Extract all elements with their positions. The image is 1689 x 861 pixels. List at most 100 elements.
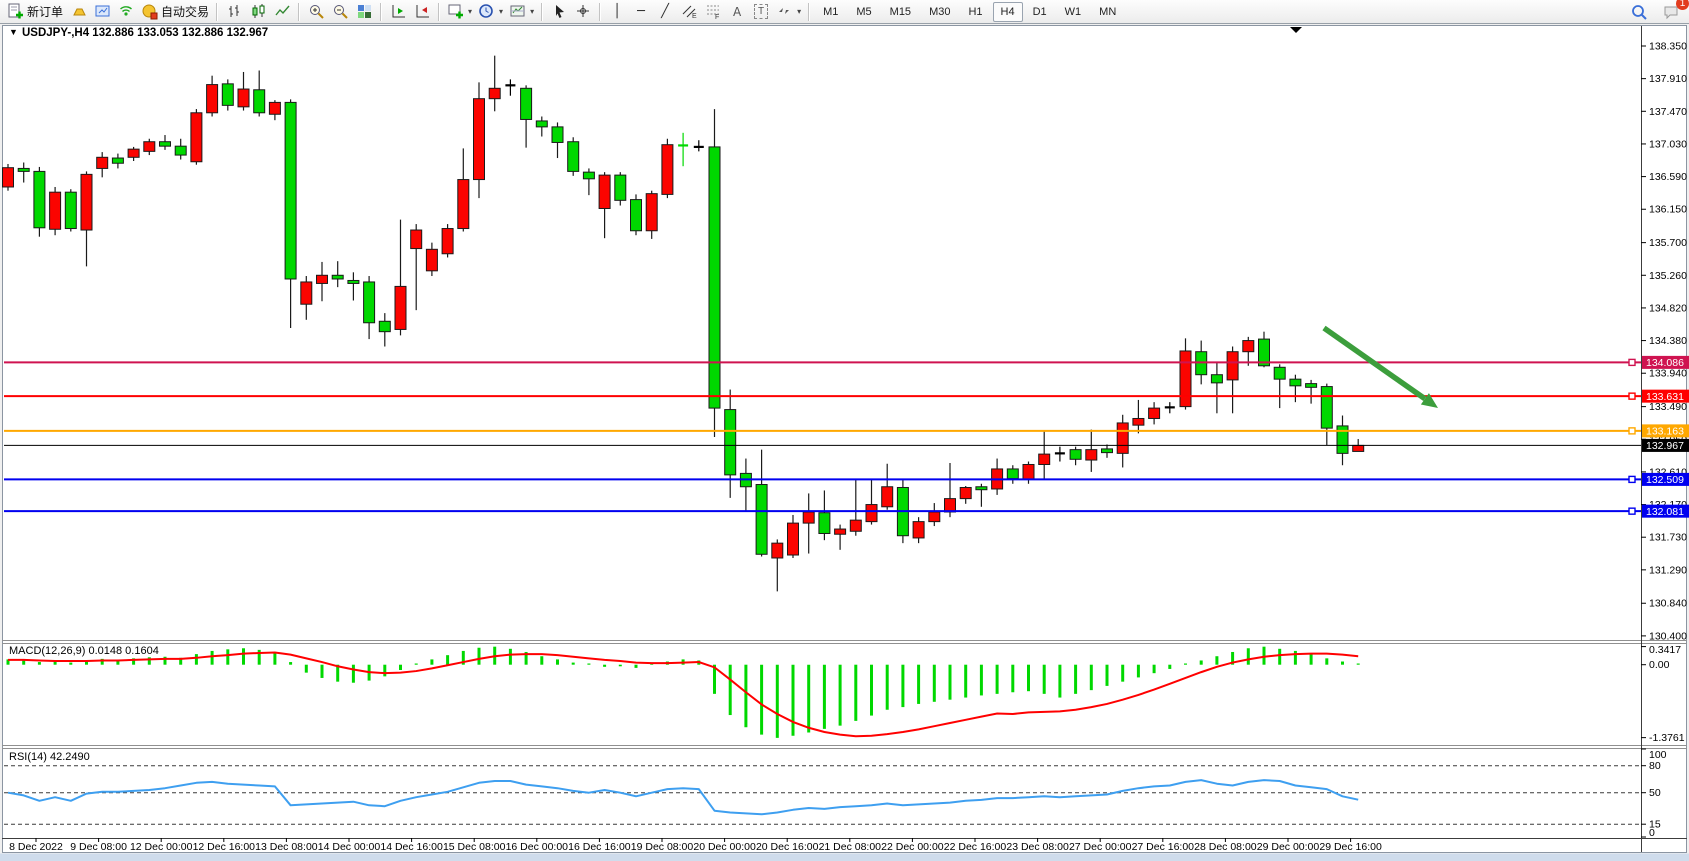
timeframe-button-M5[interactable]: M5 xyxy=(848,2,879,22)
svg-text:14 Dec 16:00: 14 Dec 16:00 xyxy=(380,841,443,853)
timeframe-button-W1[interactable]: W1 xyxy=(1057,2,1090,22)
svg-text:21 Dec 08:00: 21 Dec 08:00 xyxy=(819,841,882,853)
chevron-down-icon: ▾ xyxy=(499,7,503,16)
tile-windows-icon xyxy=(356,3,373,20)
new-order-button[interactable]: 新订单 xyxy=(4,1,66,23)
svg-text:136.150: 136.150 xyxy=(1649,204,1687,216)
chart-title: USDJPY-,H4 132.886 133.053 132.886 132.9… xyxy=(22,27,268,39)
equidistant-channel-icon: E xyxy=(681,3,698,20)
search-button[interactable] xyxy=(1627,1,1651,23)
timeframe-button-M1[interactable]: M1 xyxy=(815,2,846,22)
channel-tool[interactable]: E xyxy=(677,1,701,23)
timeframe-button-MN[interactable]: MN xyxy=(1091,2,1124,22)
svg-text:130.400: 130.400 xyxy=(1649,630,1687,642)
tile-windows-button[interactable] xyxy=(352,1,376,23)
line-chart-button[interactable] xyxy=(270,1,294,23)
toolbar-separator xyxy=(438,3,440,21)
toolbar-separator xyxy=(541,3,543,21)
svg-text:134.086: 134.086 xyxy=(1646,357,1684,369)
trendline-tool[interactable]: ╱ xyxy=(653,1,677,23)
svg-text:137.910: 137.910 xyxy=(1649,73,1687,85)
horizontal-line-tool[interactable]: ─ xyxy=(629,1,653,23)
arrows-tool[interactable]: ▾ xyxy=(773,1,804,23)
periods-button[interactable]: ▾ xyxy=(475,1,506,23)
arrows-icon xyxy=(776,3,793,20)
date-axis: 8 Dec 2022 9 Dec 08:0012 Dec 00:0012 Dec … xyxy=(9,838,1382,853)
new-chart-button[interactable]: ▾ xyxy=(444,1,475,23)
chart-shift-button[interactable] xyxy=(410,1,434,23)
timeframe-button-H4[interactable]: H4 xyxy=(993,2,1023,22)
svg-text:137.470: 137.470 xyxy=(1649,106,1687,118)
auto-trading-button[interactable]: 自动交易 xyxy=(138,1,212,23)
text-tool[interactable]: A xyxy=(725,1,749,23)
chart-upload-button[interactable] xyxy=(90,1,114,23)
vertical-line-tool[interactable]: │ xyxy=(605,1,629,23)
toolbar-separator xyxy=(298,3,300,21)
application-window: 新订单 自动交易 xyxy=(0,0,1689,861)
svg-text:133.631: 133.631 xyxy=(1646,391,1684,403)
svg-text:20 Dec 00:00: 20 Dec 00:00 xyxy=(693,841,756,853)
svg-text:136.590: 136.590 xyxy=(1649,171,1687,183)
text-label-tool[interactable]: T xyxy=(749,1,773,23)
chart-shift-icon xyxy=(414,3,431,20)
bar-chart-icon xyxy=(226,3,243,20)
auto-trading-icon xyxy=(141,3,158,20)
gold-ingot-button[interactable] xyxy=(66,1,90,23)
toolbar-right-cluster: 1 xyxy=(1627,1,1683,23)
svg-text:138.350: 138.350 xyxy=(1649,41,1687,53)
svg-text:132.509: 132.509 xyxy=(1646,474,1684,486)
crosshair-button[interactable] xyxy=(571,1,595,23)
search-icon xyxy=(1630,3,1648,21)
svg-text:15 Dec 08:00: 15 Dec 08:00 xyxy=(443,841,506,853)
text-label-icon: T xyxy=(754,4,768,19)
clock-icon xyxy=(478,3,495,20)
svg-text:12 Dec 00:00: 12 Dec 00:00 xyxy=(130,841,193,853)
candlestick-button[interactable] xyxy=(246,1,270,23)
svg-text:50: 50 xyxy=(1649,787,1661,799)
gold-ingot-icon xyxy=(70,3,87,20)
signal-button[interactable] xyxy=(114,1,138,23)
svg-text:135.700: 135.700 xyxy=(1649,237,1687,249)
toolbar-separator xyxy=(380,3,382,21)
chart-title-caret[interactable]: ▼ xyxy=(9,27,18,37)
timeframe-button-D1[interactable]: D1 xyxy=(1025,2,1055,22)
svg-text:9 Dec 08:00: 9 Dec 08:00 xyxy=(70,841,127,853)
new-order-icon xyxy=(7,3,24,20)
chart-upload-icon xyxy=(94,3,111,20)
zoom-out-button[interactable] xyxy=(328,1,352,23)
svg-text:16 Dec 16:00: 16 Dec 16:00 xyxy=(568,841,631,853)
svg-text:132.967: 132.967 xyxy=(1646,440,1684,452)
chevron-down-icon: ▾ xyxy=(530,7,534,16)
bar-chart-button[interactable] xyxy=(222,1,246,23)
svg-text:16 Dec 00:00: 16 Dec 00:00 xyxy=(506,841,569,853)
toolbar-separator xyxy=(808,3,810,21)
svg-text:E: E xyxy=(692,13,697,20)
svg-text:27 Dec 00:00: 27 Dec 00:00 xyxy=(1069,841,1132,853)
trendline-icon: ╱ xyxy=(661,5,669,18)
svg-text:12 Dec 16:00: 12 Dec 16:00 xyxy=(193,841,256,853)
chevron-down-icon: ▾ xyxy=(468,7,472,16)
notifications-button[interactable]: 1 xyxy=(1659,1,1683,23)
svg-text:135.260: 135.260 xyxy=(1649,270,1687,282)
svg-text:131.290: 131.290 xyxy=(1649,564,1687,576)
zoom-in-button[interactable] xyxy=(304,1,328,23)
svg-text:100: 100 xyxy=(1649,749,1667,761)
chart-canvas[interactable]: 138.350137.910137.470137.030136.590136.1… xyxy=(0,0,1689,861)
svg-text:134.820: 134.820 xyxy=(1649,302,1687,314)
svg-text:8 Dec 2022: 8 Dec 2022 xyxy=(9,841,63,853)
templates-button[interactable]: ▾ xyxy=(506,1,537,23)
template-chart-icon xyxy=(509,3,526,20)
fibonacci-tool[interactable]: F xyxy=(701,1,725,23)
toolbar: 新订单 自动交易 xyxy=(0,0,1689,24)
new-chart-icon xyxy=(447,3,464,20)
auto-scroll-button[interactable] xyxy=(386,1,410,23)
line-chart-icon xyxy=(274,3,291,20)
svg-text:28 Dec 08:00: 28 Dec 08:00 xyxy=(1194,841,1257,853)
timeframe-button-H1[interactable]: H1 xyxy=(960,2,990,22)
auto-trading-label: 自动交易 xyxy=(161,3,209,20)
new-order-label: 新订单 xyxy=(27,3,63,20)
cursor-button[interactable] xyxy=(547,1,571,23)
svg-text:19 Dec 08:00: 19 Dec 08:00 xyxy=(631,841,694,853)
timeframe-button-M15[interactable]: M15 xyxy=(882,2,919,22)
timeframe-button-M30[interactable]: M30 xyxy=(921,2,958,22)
